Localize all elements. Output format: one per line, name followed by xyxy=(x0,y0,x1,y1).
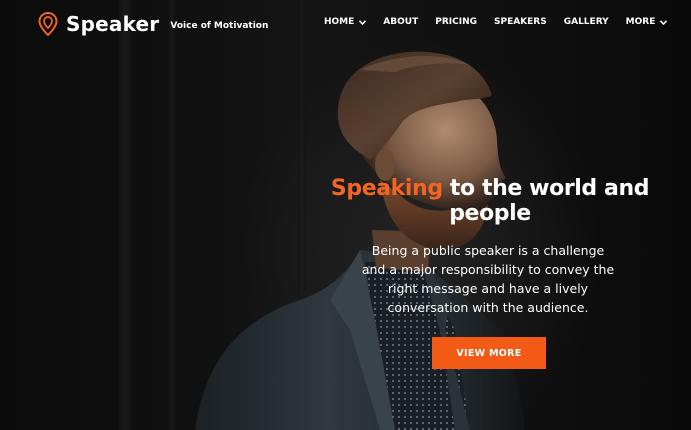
chevron-down-icon xyxy=(359,19,367,25)
nav-item-speakers[interactable]: SPEAKERS xyxy=(494,17,547,27)
nav-item-label: ABOUT xyxy=(383,17,419,27)
nav-item-label: SPEAKERS xyxy=(493,17,547,27)
nav-item-gallery[interactable]: GALLERY xyxy=(564,17,609,27)
hero-headline: Speaking to the world and people xyxy=(300,176,680,226)
nav-item-label: PRICING xyxy=(435,17,477,27)
nav-item-home[interactable]: HOME xyxy=(324,17,367,27)
nav-item-label: MORE xyxy=(625,17,656,27)
chevron-down-icon xyxy=(660,19,668,25)
map-pin-icon xyxy=(38,12,58,36)
brand-tagline: Voice of Motivation xyxy=(170,21,269,31)
brand-name: Speaker xyxy=(66,12,160,36)
hero-description: Being a public speaker is a challenge an… xyxy=(361,243,615,315)
headline-text: to the world and people xyxy=(442,176,650,226)
nav-item-pricing[interactable]: PRICING xyxy=(435,17,477,27)
nav-item-label: HOME xyxy=(324,17,355,27)
brand-logo[interactable]: Speaker Voice of Motivation xyxy=(38,12,268,36)
headline-accent-text: Speaking xyxy=(330,176,443,201)
main-navigation: HOME ABOUT PRICING SPEAKERS GALLERY MORE xyxy=(324,17,668,27)
nav-item-about[interactable]: ABOUT xyxy=(383,17,418,27)
nav-item-label: GALLERY xyxy=(563,17,609,27)
site-header: Speaker Voice of Motivation HOME ABOUT P… xyxy=(0,0,691,50)
nav-item-more[interactable]: MORE xyxy=(626,17,668,27)
view-more-button[interactable]: VIEW MORE xyxy=(432,337,546,369)
